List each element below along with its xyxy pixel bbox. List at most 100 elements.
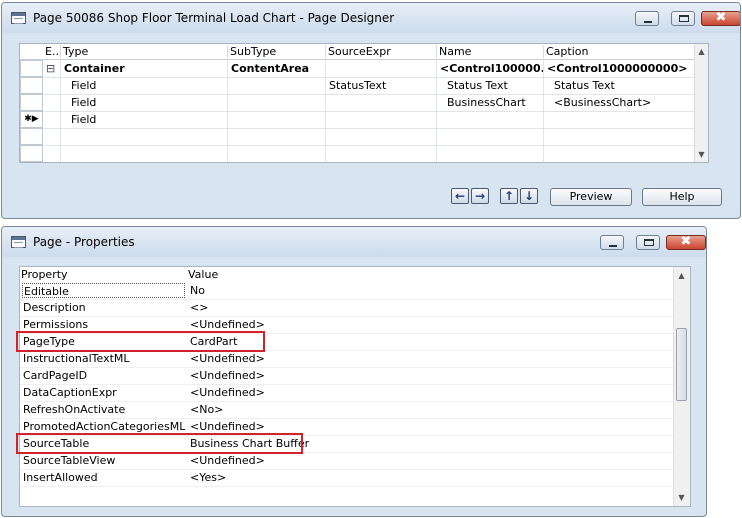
scroll-down-icon[interactable]: ▼ <box>675 491 688 504</box>
close-button[interactable]: ✖ <box>666 234 706 250</box>
property-row-cardpageid[interactable]: CardPageID <Undefined> <box>20 367 674 385</box>
properties-titlebar[interactable]: Page - Properties ✖ <box>2 227 706 257</box>
cell-subtype[interactable]: ContentArea <box>227 60 325 77</box>
row-selector[interactable] <box>20 145 43 162</box>
property-name[interactable]: InstructionalTextML <box>23 350 186 367</box>
scroll-up-icon[interactable]: ▲ <box>695 45 708 58</box>
maximize-button[interactable] <box>636 235 660 250</box>
row-selector[interactable] <box>20 94 43 111</box>
expand-collapse-icon[interactable]: ⊟ <box>43 60 60 77</box>
cell-sourceexpr[interactable] <box>325 145 436 162</box>
designer-row[interactable]: ✱▶ Field <box>20 111 695 129</box>
row-selector[interactable]: ✱▶ <box>20 111 43 128</box>
cell-sourceexpr[interactable] <box>325 60 436 77</box>
property-name[interactable]: RefreshOnActivate <box>23 401 186 418</box>
cell-name[interactable]: BusinessChart <box>436 94 543 111</box>
help-button[interactable]: Help <box>642 188 722 206</box>
cell-type[interactable] <box>60 128 227 145</box>
expand-collapse-icon[interactable] <box>43 111 60 128</box>
cell-caption[interactable] <box>543 111 696 128</box>
cell-sourceexpr[interactable] <box>325 128 436 145</box>
row-selector[interactable] <box>20 77 43 94</box>
cell-sourceexpr[interactable] <box>325 111 436 128</box>
properties-scrollbar[interactable]: ▲ ▼ <box>673 267 690 506</box>
col-header-caption[interactable]: Caption <box>543 45 696 58</box>
move-down-button[interactable]: ↓ <box>520 188 538 204</box>
designer-row[interactable] <box>20 145 696 162</box>
move-left-button[interactable]: ← <box>451 188 469 204</box>
property-name[interactable]: Description <box>23 299 186 316</box>
property-value[interactable]: <No> <box>190 401 670 418</box>
preview-button[interactable]: Preview <box>550 188 632 206</box>
minimize-button[interactable] <box>635 11 659 26</box>
property-row-refreshonactivate[interactable]: RefreshOnActivate <No> <box>20 401 674 419</box>
property-row-sourcetableview[interactable]: SourceTableView <Undefined> <box>20 452 674 470</box>
property-value[interactable]: <Undefined> <box>190 384 670 401</box>
expand-collapse-icon[interactable] <box>43 145 60 162</box>
property-row-insertallowed[interactable]: InsertAllowed <Yes> <box>20 469 674 487</box>
expand-collapse-icon[interactable] <box>43 128 60 145</box>
property-row-instructionaltextml[interactable]: InstructionalTextML <Undefined> <box>20 350 674 368</box>
cell-type[interactable]: Field <box>60 94 227 111</box>
cell-subtype[interactable] <box>227 94 325 111</box>
cell-type[interactable]: Field <box>60 77 227 94</box>
cell-sourceexpr[interactable] <box>325 94 436 111</box>
scroll-down-icon[interactable]: ▼ <box>695 148 708 161</box>
cell-name[interactable] <box>436 145 543 162</box>
designer-titlebar[interactable]: Page 50086 Shop Floor Terminal Load Char… <box>2 3 740 33</box>
col-header-value[interactable]: Value <box>188 268 218 281</box>
cell-subtype[interactable] <box>227 111 325 128</box>
cell-name[interactable]: Status Text <box>436 77 543 94</box>
close-button[interactable]: ✖ <box>701 10 740 26</box>
property-name[interactable]: DataCaptionExpr <box>23 384 186 401</box>
minimize-button[interactable] <box>600 235 624 250</box>
col-header-type[interactable]: Type <box>60 45 227 58</box>
designer-row[interactable]: ⊟ Container ContentArea <Control100000... <C… <box>20 60 695 78</box>
col-header-name[interactable]: Name <box>436 45 543 58</box>
col-header-subtype[interactable]: SubType <box>227 45 325 58</box>
cell-subtype[interactable] <box>227 145 325 162</box>
cell-sourceexpr[interactable]: StatusText <box>325 77 436 94</box>
property-value[interactable]: No <box>190 282 670 299</box>
cell-type[interactable]: Field <box>60 111 227 128</box>
property-value[interactable]: <Undefined> <box>190 350 670 367</box>
property-name[interactable]: Editable <box>22 283 185 298</box>
col-header-sourceexpr[interactable]: SourceExpr <box>325 45 436 58</box>
cell-caption[interactable] <box>543 128 696 145</box>
cell-caption[interactable]: <Control1000000000> <box>543 60 696 77</box>
move-right-button[interactable]: → <box>471 188 489 204</box>
cell-caption[interactable]: <BusinessChart> <box>543 94 696 111</box>
cell-type[interactable] <box>60 145 227 162</box>
property-value[interactable]: <Undefined> <box>190 367 670 384</box>
col-header-property[interactable]: Property <box>21 268 68 281</box>
property-row-datacaptionexpr[interactable]: DataCaptionExpr <Undefined> <box>20 384 674 402</box>
property-value[interactable]: <Yes> <box>190 469 670 486</box>
designer-grid-scrollbar[interactable]: ▲ ▼ <box>694 44 708 162</box>
col-header-expand[interactable]: E.. <box>43 45 60 58</box>
property-name[interactable]: CardPageID <box>23 367 186 384</box>
cell-caption[interactable] <box>543 145 696 162</box>
cell-name[interactable] <box>436 111 543 128</box>
maximize-button[interactable] <box>671 11 695 26</box>
scroll-up-icon[interactable]: ▲ <box>675 269 688 282</box>
expand-collapse-icon[interactable] <box>43 77 60 94</box>
property-value[interactable]: <> <box>190 299 670 316</box>
property-name[interactable]: SourceTableView <box>23 452 186 469</box>
cell-caption[interactable]: Status Text <box>543 77 696 94</box>
property-row-description[interactable]: Description <> <box>20 299 674 317</box>
row-selector[interactable] <box>20 60 43 77</box>
scroll-thumb[interactable] <box>676 328 687 401</box>
cell-name[interactable] <box>436 128 543 145</box>
designer-row[interactable]: Field StatusText Status Text Status Text <box>20 77 695 95</box>
property-row-editable[interactable]: Editable No <box>20 282 674 300</box>
expand-collapse-icon[interactable] <box>43 94 60 111</box>
move-up-button[interactable]: ↑ <box>500 188 518 204</box>
property-value[interactable]: <Undefined> <box>190 452 670 469</box>
cell-subtype[interactable] <box>227 128 325 145</box>
designer-row[interactable] <box>20 128 695 146</box>
designer-row[interactable]: Field BusinessChart <BusinessChart> <box>20 94 695 112</box>
cell-type[interactable]: Container <box>60 60 227 77</box>
cell-name[interactable]: <Control100000... <box>436 60 543 77</box>
cell-subtype[interactable] <box>227 77 325 94</box>
row-selector[interactable] <box>20 128 43 145</box>
